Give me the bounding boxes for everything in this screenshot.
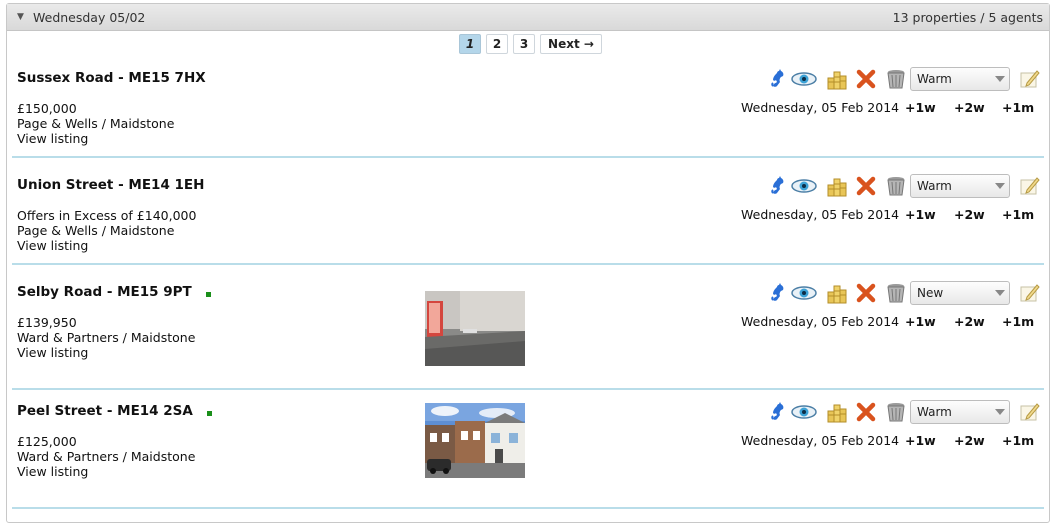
coins-icon[interactable] <box>826 175 848 197</box>
listing-row: Selby Road - ME15 9PT £139,950 Ward & Part… <box>7 274 1049 390</box>
coins-icon[interactable] <box>826 68 848 90</box>
coins-icon[interactable] <box>826 401 848 423</box>
listing-title: Peel Street - ME14 2SA <box>17 403 212 419</box>
eye-icon[interactable] <box>791 282 817 304</box>
listing-date: Wednesday, 05 Feb 2014 <box>741 433 900 448</box>
view-listing-link[interactable]: View listing <box>17 345 88 360</box>
snooze-1m-button[interactable]: +1m <box>1002 207 1034 222</box>
listing-row: Peel Street - ME14 2SA £125,000 Ward & Par… <box>7 393 1049 509</box>
eye-icon[interactable] <box>791 401 817 423</box>
snooze-1m-button[interactable]: +1m <box>1002 433 1034 448</box>
eye-icon[interactable] <box>791 175 817 197</box>
listing-agent: Page & Wells / Maidstone <box>17 223 175 238</box>
listing-title-text: Sussex Road - ME15 7HX <box>17 70 206 86</box>
snooze-2w-button[interactable]: +2w <box>954 314 985 329</box>
snooze-1m-button[interactable]: +1m <box>1002 100 1034 115</box>
listing-price: £139,950 <box>17 315 77 330</box>
page-2-button[interactable]: 2 <box>486 34 508 54</box>
snooze-2w-button[interactable]: +2w <box>954 207 985 222</box>
status-select-value: Warm <box>917 72 952 86</box>
status-select[interactable]: Warm <box>910 400 1010 424</box>
phone-icon[interactable] <box>767 68 789 90</box>
listing-title-text: Union Street - ME14 1EH <box>17 177 205 193</box>
listing-title: Selby Road - ME15 9PT <box>17 284 211 300</box>
listing-price: £150,000 <box>17 101 77 116</box>
snooze-1w-button[interactable]: +1w <box>905 100 936 115</box>
day-panel-header[interactable]: ▼ Wednesday 05/02 13 properties / 5 agen… <box>7 4 1049 31</box>
interior-room-photo[interactable] <box>425 291 525 366</box>
page-3-button[interactable]: 3 <box>513 34 535 54</box>
new-indicator-icon <box>205 291 211 297</box>
note-pencil-icon[interactable] <box>1019 175 1041 197</box>
reject-x-icon[interactable] <box>855 68 877 90</box>
snooze-1w-button[interactable]: +1w <box>905 433 936 448</box>
trash-bin-icon[interactable] <box>885 68 907 90</box>
note-pencil-icon[interactable] <box>1019 68 1041 90</box>
note-pencil-icon[interactable] <box>1019 401 1041 423</box>
note-pencil-icon[interactable] <box>1019 282 1041 304</box>
collapse-triangle-icon[interactable]: ▼ <box>17 4 24 31</box>
eye-icon[interactable] <box>791 68 817 90</box>
listing-agent: Page & Wells / Maidstone <box>17 116 175 131</box>
trash-bin-icon[interactable] <box>885 401 907 423</box>
properties-agents-summary: 13 properties / 5 agents <box>892 10 1043 25</box>
day-panel: ▼ Wednesday 05/02 13 properties / 5 agen… <box>6 3 1050 523</box>
snooze-2w-button[interactable]: +2w <box>954 433 985 448</box>
listing-title-text: Selby Road - ME15 9PT <box>17 284 192 300</box>
listing-date: Wednesday, 05 Feb 2014 <box>741 207 900 222</box>
listing-agent: Ward & Partners / Maidstone <box>17 330 196 345</box>
listing-row: Sussex Road - ME15 7HX £150,000 Page & Wel… <box>7 60 1049 158</box>
coins-icon[interactable] <box>826 282 848 304</box>
chevron-down-icon <box>995 76 1005 82</box>
status-select[interactable]: New <box>910 281 1010 305</box>
phone-icon[interactable] <box>767 401 789 423</box>
listing-date: Wednesday, 05 Feb 2014 <box>741 100 900 115</box>
chevron-down-icon <box>995 409 1005 415</box>
day-title: Wednesday 05/02 <box>33 10 146 25</box>
trash-bin-icon[interactable] <box>885 175 907 197</box>
phone-icon[interactable] <box>767 175 789 197</box>
snooze-2w-button[interactable]: +2w <box>954 100 985 115</box>
listing-row: Union Street - ME14 1EH Offers in Excess … <box>7 167 1049 265</box>
chevron-down-icon <box>995 290 1005 296</box>
next-page-button[interactable]: Next → <box>540 34 602 54</box>
listing-separator <box>12 263 1044 265</box>
new-indicator-icon <box>206 410 212 416</box>
status-select-value: Warm <box>917 405 952 419</box>
listing-separator <box>12 156 1044 158</box>
terraced-houses-photo[interactable] <box>425 403 525 478</box>
view-listing-link[interactable]: View listing <box>17 464 88 479</box>
listing-title: Sussex Road - ME15 7HX <box>17 70 206 86</box>
status-select[interactable]: Warm <box>910 67 1010 91</box>
status-select[interactable]: Warm <box>910 174 1010 198</box>
snooze-1m-button[interactable]: +1m <box>1002 314 1034 329</box>
view-listing-link[interactable]: View listing <box>17 238 88 253</box>
reject-x-icon[interactable] <box>855 401 877 423</box>
chevron-down-icon <box>995 183 1005 189</box>
listing-agent: Ward & Partners / Maidstone <box>17 449 196 464</box>
listing-date: Wednesday, 05 Feb 2014 <box>741 314 900 329</box>
snooze-1w-button[interactable]: +1w <box>905 207 936 222</box>
listing-separator <box>12 507 1044 509</box>
phone-icon[interactable] <box>767 282 789 304</box>
snooze-1w-button[interactable]: +1w <box>905 314 936 329</box>
status-select-value: New <box>917 286 944 300</box>
listing-separator <box>12 388 1044 390</box>
listing-price: £125,000 <box>17 434 77 449</box>
page-1-button[interactable]: 1 <box>459 34 481 54</box>
reject-x-icon[interactable] <box>855 282 877 304</box>
reject-x-icon[interactable] <box>855 175 877 197</box>
listing-title: Union Street - ME14 1EH <box>17 177 204 193</box>
view-listing-link[interactable]: View listing <box>17 131 88 146</box>
status-select-value: Warm <box>917 179 952 193</box>
listing-title-text: Peel Street - ME14 2SA <box>17 403 193 419</box>
trash-bin-icon[interactable] <box>885 282 907 304</box>
listing-price: Offers in Excess of £140,000 <box>17 208 197 223</box>
